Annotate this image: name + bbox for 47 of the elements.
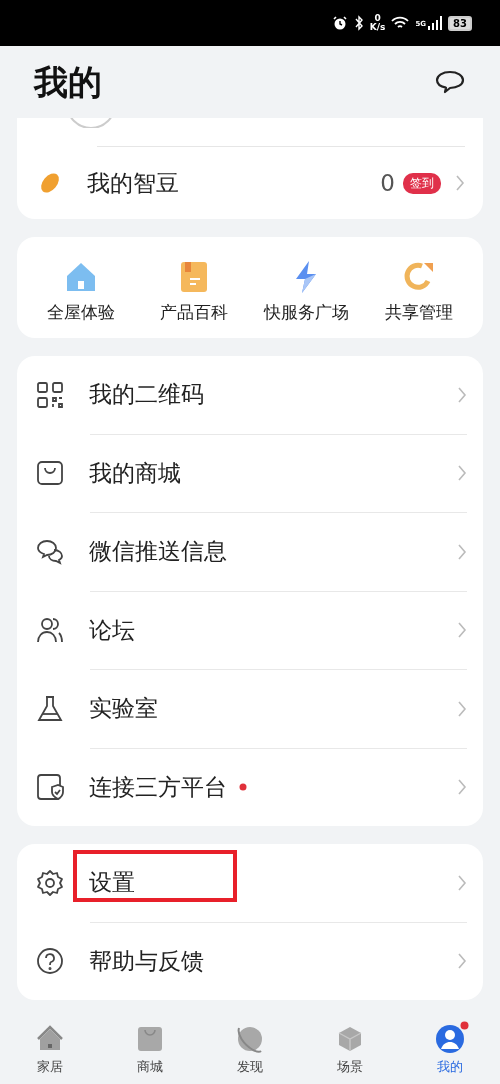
beans-count: 0 bbox=[380, 170, 395, 196]
notification-dot bbox=[239, 783, 247, 792]
menu-item[interactable]: 实验室 bbox=[35, 669, 467, 748]
menu-item[interactable]: 设置 bbox=[35, 844, 467, 922]
wifi-icon bbox=[391, 16, 410, 30]
beans-row[interactable]: 我的智豆 0 签到 bbox=[17, 147, 483, 219]
person-icon bbox=[435, 1024, 465, 1054]
notification-dot bbox=[460, 1021, 469, 1030]
shortcut-item[interactable]: 快服务广场 bbox=[250, 259, 363, 324]
menu-item[interactable]: 连接三方平台 bbox=[35, 747, 467, 826]
tab-item[interactable]: 我的 bbox=[400, 1024, 500, 1084]
planet-icon bbox=[235, 1024, 265, 1054]
flask-icon bbox=[35, 693, 65, 724]
menu-item[interactable]: 论坛 bbox=[35, 590, 467, 669]
tab-item[interactable]: 发现 bbox=[200, 1024, 300, 1084]
menu-item[interactable]: 帮助与反馈 bbox=[35, 921, 467, 1000]
chevron-icon bbox=[457, 699, 467, 718]
shortcut-item[interactable]: 全屋体验 bbox=[25, 259, 138, 324]
menu-item[interactable]: 微信推送信息 bbox=[35, 512, 467, 591]
chevron-icon bbox=[457, 952, 467, 971]
chevron-icon bbox=[457, 778, 467, 797]
menu-item[interactable]: 我的二维码 bbox=[35, 356, 467, 434]
bluetooth-icon bbox=[353, 15, 364, 31]
beans-label: 我的智豆 bbox=[87, 168, 180, 198]
shortcut-item[interactable]: 共享管理 bbox=[362, 259, 475, 324]
alarm-icon bbox=[331, 15, 348, 31]
battery-level: 83 bbox=[448, 15, 472, 31]
check-in-badge[interactable]: 签到 bbox=[403, 172, 441, 194]
shortcut-item[interactable]: 产品百科 bbox=[137, 259, 250, 324]
tab-item[interactable]: 家居 bbox=[0, 1024, 100, 1084]
network-speed: 0 K/s bbox=[369, 14, 386, 32]
tab-item[interactable]: 商城 bbox=[100, 1024, 200, 1084]
chevron-icon bbox=[457, 385, 467, 404]
bag-icon bbox=[135, 1024, 165, 1054]
chevron-icon bbox=[457, 464, 467, 483]
qr-code-icon bbox=[35, 379, 65, 410]
chevron-icon bbox=[455, 174, 465, 192]
menu-item[interactable]: 我的商城 bbox=[35, 433, 467, 512]
chevron-icon bbox=[457, 621, 467, 640]
page-title: 我的 bbox=[34, 61, 102, 104]
shield-icon bbox=[35, 772, 65, 803]
settings-icon bbox=[35, 867, 65, 898]
chevron-icon bbox=[457, 542, 467, 561]
help-icon bbox=[35, 946, 65, 977]
chevron-icon bbox=[457, 873, 467, 892]
tab-item[interactable]: 场景 bbox=[300, 1024, 400, 1084]
signal-icon bbox=[428, 16, 443, 30]
